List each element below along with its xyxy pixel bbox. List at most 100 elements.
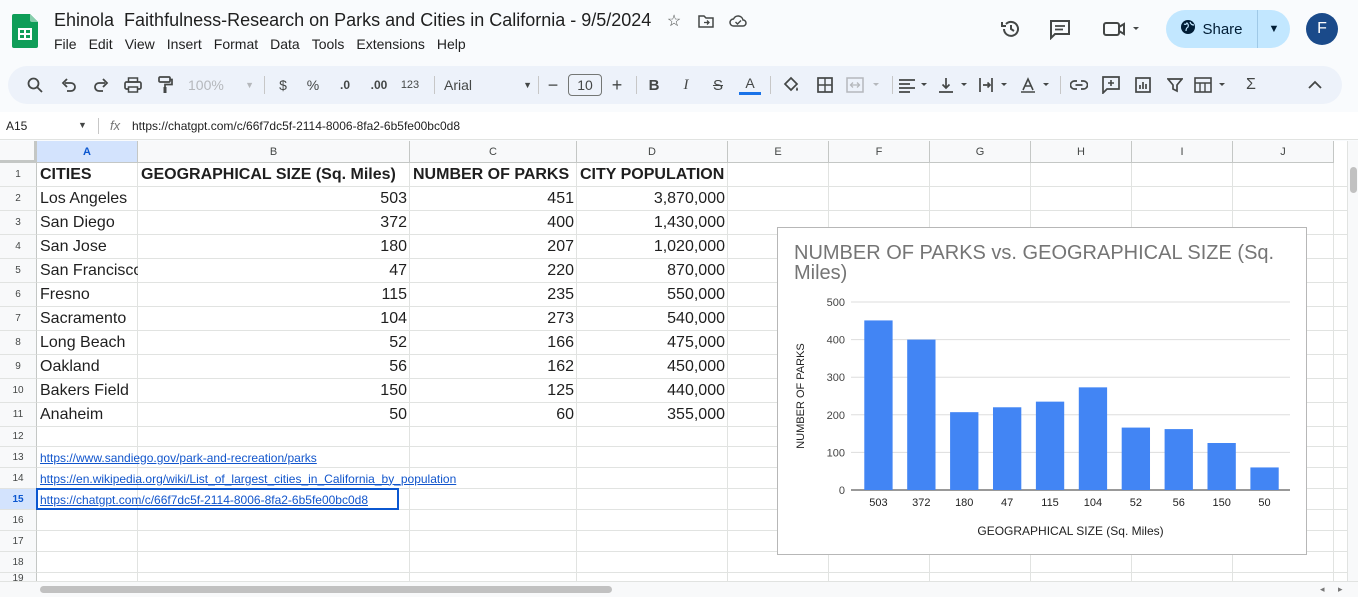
row-header-7[interactable]: 7 <box>0 307 37 331</box>
number-cell[interactable]: 125 <box>410 379 577 403</box>
spreadsheet-grid[interactable]: ABCDEFGHIJ 1 2 3 4 5 6 7 8 9 10 11 12 13 14 15 16 17 18 19… <box>0 141 1347 581</box>
menu-extensions[interactable]: Extensions <box>350 36 430 52</box>
merge-cells-icon[interactable] <box>846 74 884 96</box>
vertical-scrollbar[interactable] <box>1347 141 1358 581</box>
link-cell[interactable]: https://www.sandiego.gov/park-and-recrea… <box>37 447 637 468</box>
row-header-2[interactable]: 2 <box>0 187 37 211</box>
decrease-font-size-button[interactable]: − <box>544 74 562 96</box>
star-icon[interactable]: ☆ <box>664 11 684 31</box>
row-header-6[interactable]: 6 <box>0 283 37 307</box>
strikethrough-icon[interactable]: S <box>708 74 728 96</box>
currency-format-button[interactable]: $ <box>274 74 292 96</box>
number-cell[interactable]: 52 <box>138 331 410 355</box>
insert-comment-icon[interactable] <box>1100 74 1122 96</box>
row-header-14[interactable]: 14 <box>0 468 37 489</box>
select-all-corner[interactable] <box>0 141 37 163</box>
version-history-icon[interactable] <box>999 17 1023 41</box>
scroll-left-icon[interactable]: ◂ <box>1320 584 1325 595</box>
menu-help[interactable]: Help <box>431 36 472 52</box>
row-header-15[interactable]: 15 <box>0 489 37 510</box>
horizontal-scrollbar[interactable]: ◂ ▸ <box>0 581 1358 597</box>
city-cell[interactable]: Oakland <box>37 355 138 379</box>
text-rotation-icon[interactable] <box>1020 74 1054 96</box>
number-cell[interactable]: 503 <box>138 187 410 211</box>
document-title[interactable]: Ehinola Faithfulness-Research on Parks a… <box>54 10 651 31</box>
header-cell[interactable]: NUMBER OF PARKS <box>410 163 577 187</box>
city-cell[interactable]: San Francisco <box>37 259 138 283</box>
number-cell[interactable]: 207 <box>410 235 577 259</box>
bold-icon[interactable]: B <box>644 74 664 96</box>
number-cell[interactable]: 235 <box>410 283 577 307</box>
more-formats-button[interactable]: 123 <box>398 74 422 96</box>
city-cell[interactable]: Los Angeles <box>37 187 138 211</box>
row-header-18[interactable]: 18 <box>0 552 37 573</box>
city-cell[interactable]: Anaheim <box>37 403 138 427</box>
redo-icon[interactable] <box>90 74 112 96</box>
number-cell[interactable]: 220 <box>410 259 577 283</box>
column-header-h[interactable]: H <box>1031 141 1132 163</box>
city-cell[interactable]: Bakers Field <box>37 379 138 403</box>
row-header-19[interactable]: 19 <box>0 573 37 581</box>
text-color-icon[interactable]: A <box>738 74 762 96</box>
embedded-chart[interactable]: NUMBER OF PARKS vs. GEOGRAPHICAL SIZE (S… <box>777 227 1307 555</box>
number-cell[interactable]: 550,000 <box>577 283 728 307</box>
sheets-logo-icon[interactable] <box>12 14 38 48</box>
number-cell[interactable]: 273 <box>410 307 577 331</box>
text-wrapping-icon[interactable] <box>978 74 1012 96</box>
row-header-10[interactable]: 10 <box>0 379 37 403</box>
increase-decimal-button[interactable]: .00 <box>366 74 392 96</box>
number-cell[interactable]: 47 <box>138 259 410 283</box>
vertical-align-icon[interactable] <box>938 74 972 96</box>
filter-views-icon[interactable] <box>1194 74 1230 96</box>
number-cell[interactable]: 150 <box>138 379 410 403</box>
column-header-c[interactable]: C <box>410 141 577 163</box>
collapse-toolbar-icon[interactable] <box>1304 74 1326 96</box>
horizontal-align-icon[interactable] <box>898 74 932 96</box>
number-cell[interactable]: 180 <box>138 235 410 259</box>
font-select[interactable]: Arial ▼ <box>444 74 532 96</box>
percent-format-button[interactable]: % <box>304 74 322 96</box>
row-header-12[interactable]: 12 <box>0 427 37 447</box>
column-header-i[interactable]: I <box>1132 141 1233 163</box>
column-header-d[interactable]: D <box>577 141 728 163</box>
number-cell[interactable]: 1,430,000 <box>577 211 728 235</box>
number-cell[interactable]: 451 <box>410 187 577 211</box>
decrease-decimal-button[interactable]: .0 <box>334 74 356 96</box>
insert-chart-icon[interactable] <box>1132 74 1154 96</box>
menu-edit[interactable]: Edit <box>83 36 119 52</box>
number-cell[interactable]: 104 <box>138 307 410 331</box>
number-cell[interactable]: 540,000 <box>577 307 728 331</box>
name-box[interactable]: A15 <box>6 119 27 133</box>
city-cell[interactable]: San Jose <box>37 235 138 259</box>
number-cell[interactable]: 450,000 <box>577 355 728 379</box>
number-cell[interactable]: 440,000 <box>577 379 728 403</box>
italic-icon[interactable]: I <box>676 74 696 96</box>
move-folder-icon[interactable] <box>696 11 716 31</box>
paint-format-icon[interactable] <box>154 74 176 96</box>
header-cell[interactable]: CITIES <box>37 163 138 187</box>
menu-format[interactable]: Format <box>208 36 264 52</box>
number-cell[interactable]: 475,000 <box>577 331 728 355</box>
column-header-a[interactable]: A <box>37 141 138 163</box>
increase-font-size-button[interactable]: + <box>608 74 626 96</box>
number-cell[interactable]: 870,000 <box>577 259 728 283</box>
filter-icon[interactable] <box>1164 74 1186 96</box>
row-header-4[interactable]: 4 <box>0 235 37 259</box>
insert-link-icon[interactable] <box>1068 74 1090 96</box>
column-header-j[interactable]: J <box>1233 141 1334 163</box>
row-header-17[interactable]: 17 <box>0 531 37 552</box>
column-header-g[interactable]: G <box>930 141 1031 163</box>
menu-tools[interactable]: Tools <box>306 36 351 52</box>
row-header-3[interactable]: 3 <box>0 211 37 235</box>
number-cell[interactable]: 60 <box>410 403 577 427</box>
borders-icon[interactable] <box>814 74 836 96</box>
horizontal-scroll-thumb[interactable] <box>40 586 612 593</box>
avatar[interactable]: F <box>1306 13 1338 45</box>
comments-icon[interactable] <box>1048 17 1072 41</box>
menu-insert[interactable]: Insert <box>161 36 208 52</box>
number-cell[interactable]: 3,870,000 <box>577 187 728 211</box>
city-cell[interactable]: Sacramento <box>37 307 138 331</box>
font-size-input[interactable]: 10 <box>568 74 602 96</box>
undo-icon[interactable] <box>58 74 80 96</box>
number-cell[interactable]: 355,000 <box>577 403 728 427</box>
